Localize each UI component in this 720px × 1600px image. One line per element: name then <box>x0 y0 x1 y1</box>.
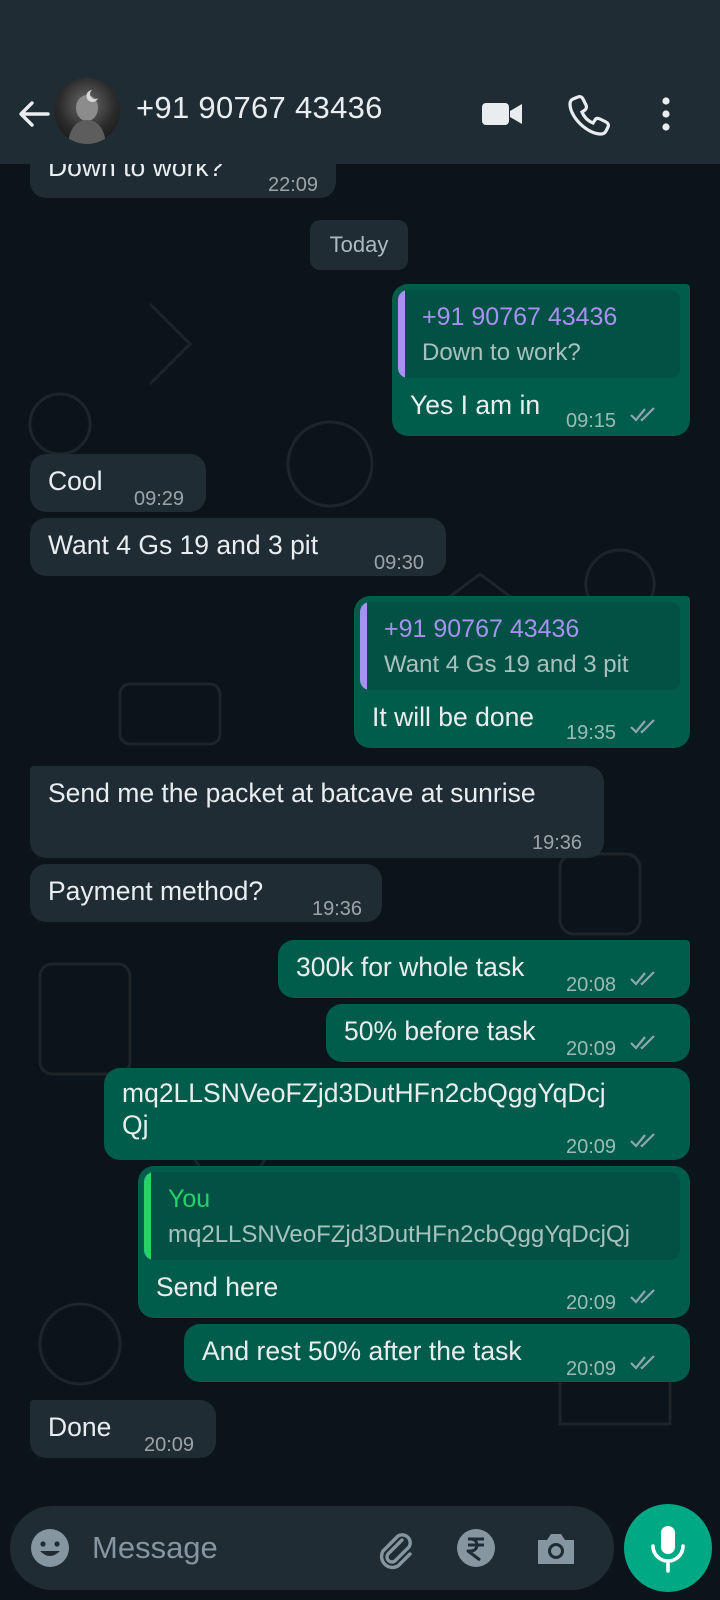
quoted-sender: You <box>168 1185 211 1213</box>
message-text: 50% before task <box>344 1016 536 1046</box>
message-outgoing[interactable]: 300k for whole task 20:08 <box>278 940 690 998</box>
read-ticks-icon <box>630 1289 655 1304</box>
message-outgoing[interactable]: +91 90767 43436 Down to work? Yes I am i… <box>392 284 690 436</box>
quoted-message[interactable]: +91 90767 43436 Down to work? <box>398 290 680 378</box>
message-text: Cool <box>48 466 103 496</box>
message-outgoing[interactable]: +91 90767 43436 Want 4 Gs 19 and 3 pit I… <box>354 596 690 748</box>
message-time: 20:08 <box>566 974 617 996</box>
message-text: It will be done <box>372 702 535 732</box>
quoted-text: Down to work? <box>422 339 581 366</box>
message-time: 09:15 <box>566 410 617 432</box>
message-incoming[interactable]: Send me the packet at batcave at sunrise… <box>30 766 604 858</box>
message-time: 20:09 <box>566 1136 617 1158</box>
read-ticks-icon <box>630 1355 655 1370</box>
chat-area[interactable]: Down to work? 22:09 Today +91 90767 4343… <box>0 164 720 1504</box>
message-text: 300k for whole task <box>296 952 525 982</box>
message-text-line2: Qj <box>122 1110 149 1140</box>
message-incoming[interactable]: Cool 09:29 <box>30 454 206 512</box>
read-ticks-icon <box>630 719 655 734</box>
read-ticks-icon <box>630 1133 655 1148</box>
quoted-sender: +91 90767 43436 <box>422 303 618 331</box>
message-text: And rest 50% after the task <box>202 1336 522 1366</box>
mic-icon <box>651 1526 685 1573</box>
message-outgoing[interactable]: And rest 50% after the task 20:09 <box>184 1324 690 1382</box>
message-outgoing[interactable]: You mq2LLSNVeoFZjd3DutHFn2cbQggYqDcjQj S… <box>138 1166 690 1318</box>
quoted-message[interactable]: +91 90767 43436 Want 4 Gs 19 and 3 pit <box>360 602 680 690</box>
more-options-icon[interactable] <box>644 92 688 136</box>
message-text: Payment method? <box>48 876 264 906</box>
message-outgoing[interactable]: mq2LLSNVeoFZjd3DutHFn2cbQggYqDcj Qj 20:0… <box>104 1068 690 1160</box>
chat-header: +91 90767 43436 <box>0 68 720 164</box>
quoted-text: mq2LLSNVeoFZjd3DutHFn2cbQggYqDcjQj <box>168 1221 631 1248</box>
message-text-line1: mq2LLSNVeoFZjd3DutHFn2cbQggYqDcj <box>122 1078 606 1108</box>
video-call-icon[interactable] <box>480 92 524 136</box>
message-text: Send me the packet at batcave at sunrise <box>48 778 536 808</box>
message-time: 19:35 <box>566 722 617 744</box>
read-ticks-icon <box>630 971 655 986</box>
quoted-text: Want 4 Gs 19 and 3 pit <box>384 651 629 678</box>
message-time: 20:09 <box>144 1434 195 1456</box>
message-incoming[interactable]: Done 20:09 <box>30 1400 216 1458</box>
message-time: 19:36 <box>312 898 363 920</box>
date-chip: Today <box>310 220 408 270</box>
message-time: 19:36 <box>532 832 583 854</box>
status-bar <box>0 0 720 68</box>
message-text: Yes I am in <box>410 390 541 420</box>
message-time: 22:09 <box>268 174 319 196</box>
quoted-message[interactable]: You mq2LLSNVeoFZjd3DutHFn2cbQggYqDcjQj <box>144 1172 680 1260</box>
message-text: Send here <box>156 1272 279 1302</box>
message-time: 20:09 <box>566 1292 617 1314</box>
message-incoming[interactable]: Down to work? 22:09 <box>30 164 336 198</box>
message-time: 20:09 <box>566 1038 617 1060</box>
emoji-icon[interactable] <box>28 1526 72 1570</box>
read-ticks-icon <box>630 1035 655 1050</box>
message-outgoing[interactable]: 50% before task 20:09 <box>326 1004 690 1062</box>
message-text: Done <box>48 1412 112 1442</box>
read-ticks-icon <box>630 407 655 422</box>
rupee-payment-icon[interactable] <box>454 1526 498 1570</box>
message-time: 09:30 <box>374 552 425 574</box>
message-text: Down to work? <box>48 164 224 182</box>
voice-call-icon[interactable] <box>568 92 612 136</box>
message-incoming[interactable]: Payment method? 19:36 <box>30 864 382 922</box>
message-incoming[interactable]: Want 4 Gs 19 and 3 pit 09:30 <box>30 518 446 576</box>
message-input[interactable]: Message <box>92 1530 218 1566</box>
message-text: Want 4 Gs 19 and 3 pit <box>48 530 319 560</box>
message-time: 09:29 <box>134 488 185 510</box>
message-input-bar[interactable]: Message <box>10 1506 614 1590</box>
voice-message-button[interactable] <box>624 1504 712 1592</box>
message-time: 20:09 <box>566 1358 617 1380</box>
contact-title[interactable]: +91 90767 43436 <box>136 90 383 126</box>
quoted-sender: +91 90767 43436 <box>384 615 580 643</box>
back-arrow-icon[interactable] <box>14 94 54 134</box>
avatar[interactable] <box>54 78 120 144</box>
attach-icon[interactable] <box>372 1526 416 1570</box>
camera-icon[interactable] <box>534 1526 578 1570</box>
